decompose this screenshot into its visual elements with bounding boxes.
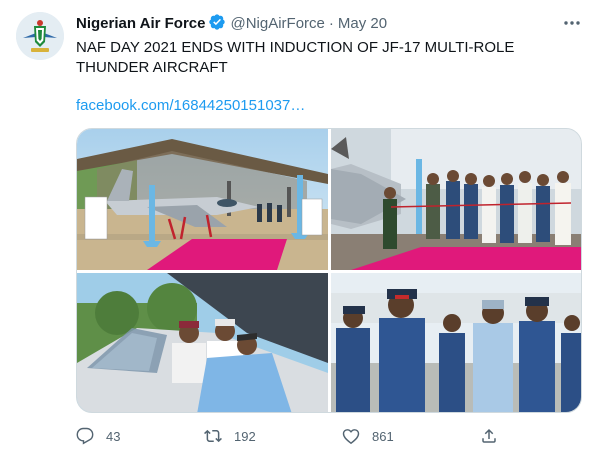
tweet-text-line: NAF DAY 2021 ENDS WITH INDUCTION OF JF-1… xyxy=(76,39,515,56)
reply-count: 43 xyxy=(106,428,121,444)
photo-cockpit-inspection[interactable] xyxy=(77,273,328,412)
more-options-icon[interactable] xyxy=(561,12,583,34)
reply-button[interactable]: 43 xyxy=(76,424,120,448)
retweet-icon xyxy=(204,429,222,443)
photo-officers-walking[interactable] xyxy=(331,273,581,412)
tweet-link[interactable]: facebook.com/16844250151037… xyxy=(76,96,305,116)
tweet-actions: 43 192 861 xyxy=(76,424,516,448)
media-grid xyxy=(76,128,582,413)
retweet-button[interactable]: 192 xyxy=(204,424,256,448)
like-count: 861 xyxy=(372,428,394,444)
share-icon xyxy=(482,428,496,443)
author-name[interactable]: Nigerian Air Force xyxy=(76,15,205,32)
verified-badge-icon xyxy=(208,13,226,37)
photo-ribbon-cutting-ceremony[interactable] xyxy=(331,129,581,270)
tweet-header: Nigerian Air Force @NigAirForce · May 20 xyxy=(76,13,387,33)
tweet[interactable]: Nigerian Air Force @NigAirForce · May 20 NA… xyxy=(0,0,598,457)
retweet-count: 192 xyxy=(234,428,256,444)
share-button[interactable] xyxy=(480,424,498,448)
author-handle[interactable]: @NigAirForce xyxy=(230,15,324,32)
tweet-date[interactable]: May 20 xyxy=(338,15,387,32)
separator-dot: · xyxy=(328,15,334,32)
naf-crest-icon xyxy=(16,12,64,60)
heart-icon xyxy=(342,429,360,445)
avatar[interactable] xyxy=(16,12,64,60)
tweet-text-line: THUNDER AIRCRAFT xyxy=(76,59,228,76)
reply-icon xyxy=(76,427,94,445)
photo-jf17-under-canopy[interactable] xyxy=(77,129,328,270)
tweet-text: NAF DAY 2021 ENDS WITH INDUCTION OF JF-1… xyxy=(76,38,576,78)
like-button[interactable]: 861 xyxy=(342,424,394,448)
